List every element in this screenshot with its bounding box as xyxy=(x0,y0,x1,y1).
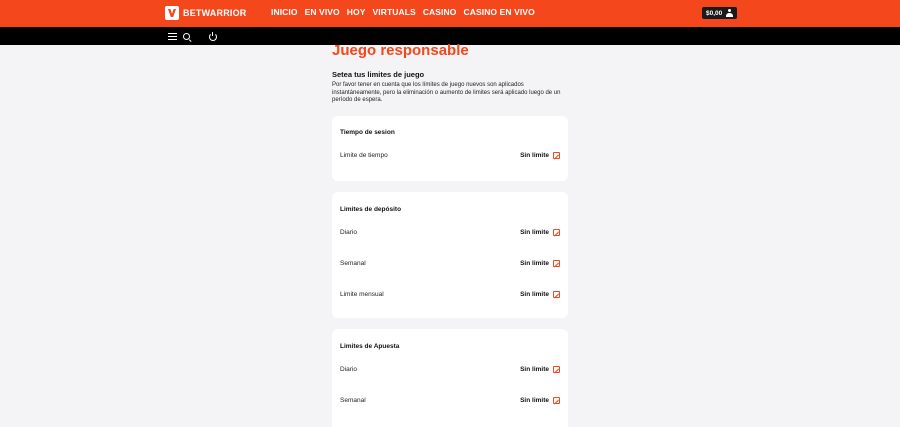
row-value: Sin limite xyxy=(520,366,549,373)
row-value: Sin limite xyxy=(520,152,549,159)
nav-inicio[interactable]: INICIO xyxy=(271,7,298,17)
row-label: Diario xyxy=(340,366,357,373)
user-icon xyxy=(726,9,734,17)
edit-icon[interactable] xyxy=(553,152,560,159)
search-icon[interactable] xyxy=(183,33,190,40)
brand-name: BETWARRIOR xyxy=(183,8,247,18)
section-title: Setea tus limites de juego xyxy=(332,70,425,79)
row-value: Sin limite xyxy=(520,260,549,267)
row-label: Diario xyxy=(340,229,357,236)
card-limites-de-deposito: Limites de depósito Diario Sin limite Se… xyxy=(332,192,568,318)
card-title: Limites de depósito xyxy=(340,206,402,213)
edit-icon[interactable] xyxy=(553,366,560,373)
row-value: Sin limite xyxy=(520,229,549,236)
row-value: Sin limite xyxy=(520,397,549,404)
balance-amount: $0,00 xyxy=(706,9,723,17)
page-title: Juego responsable xyxy=(332,42,469,59)
intro-text: Por favor tener en cuenta que los límite… xyxy=(332,82,561,103)
brand-logo[interactable]: BETWARRIOR xyxy=(165,6,247,20)
menu-icon[interactable] xyxy=(168,33,177,40)
row-label: Limite de tiempo xyxy=(340,152,388,159)
card-title: Tiempo de sesion xyxy=(340,129,395,136)
nav-en-vivo[interactable]: EN VIVO xyxy=(305,7,340,17)
account-balance-button[interactable]: $0,00 xyxy=(702,7,738,19)
nav-hoy[interactable]: HOY xyxy=(347,7,366,17)
nav-casino-en-vivo[interactable]: CASINO EN VIVO xyxy=(463,7,534,17)
top-header: BETWARRIOR INICIO EN VIVO HOY VIRTUALS C… xyxy=(0,0,900,27)
row-label: Semanal xyxy=(340,260,366,267)
edit-icon[interactable] xyxy=(553,291,560,298)
power-icon[interactable] xyxy=(209,32,217,41)
card-limites-de-apuesta: Limites de Apuesta Diario Sin limite Sem… xyxy=(332,329,568,427)
edit-icon[interactable] xyxy=(553,229,560,236)
row-label: Semanal xyxy=(340,397,366,404)
card-tiempo-de-sesion: Tiempo de sesion Limite de tiempo Sin li… xyxy=(332,116,568,181)
edit-icon[interactable] xyxy=(553,397,560,404)
card-title: Limites de Apuesta xyxy=(340,343,400,350)
edit-icon[interactable] xyxy=(553,260,560,267)
row-label: Limite mensual xyxy=(340,291,384,298)
nav-virtuals[interactable]: VIRTUALS xyxy=(373,7,416,17)
logo-icon xyxy=(165,6,179,20)
main-nav: INICIO EN VIVO HOY VIRTUALS CASINO CASIN… xyxy=(271,7,535,17)
row-value: Sin limite xyxy=(520,291,549,298)
nav-casino[interactable]: CASINO xyxy=(423,7,457,17)
